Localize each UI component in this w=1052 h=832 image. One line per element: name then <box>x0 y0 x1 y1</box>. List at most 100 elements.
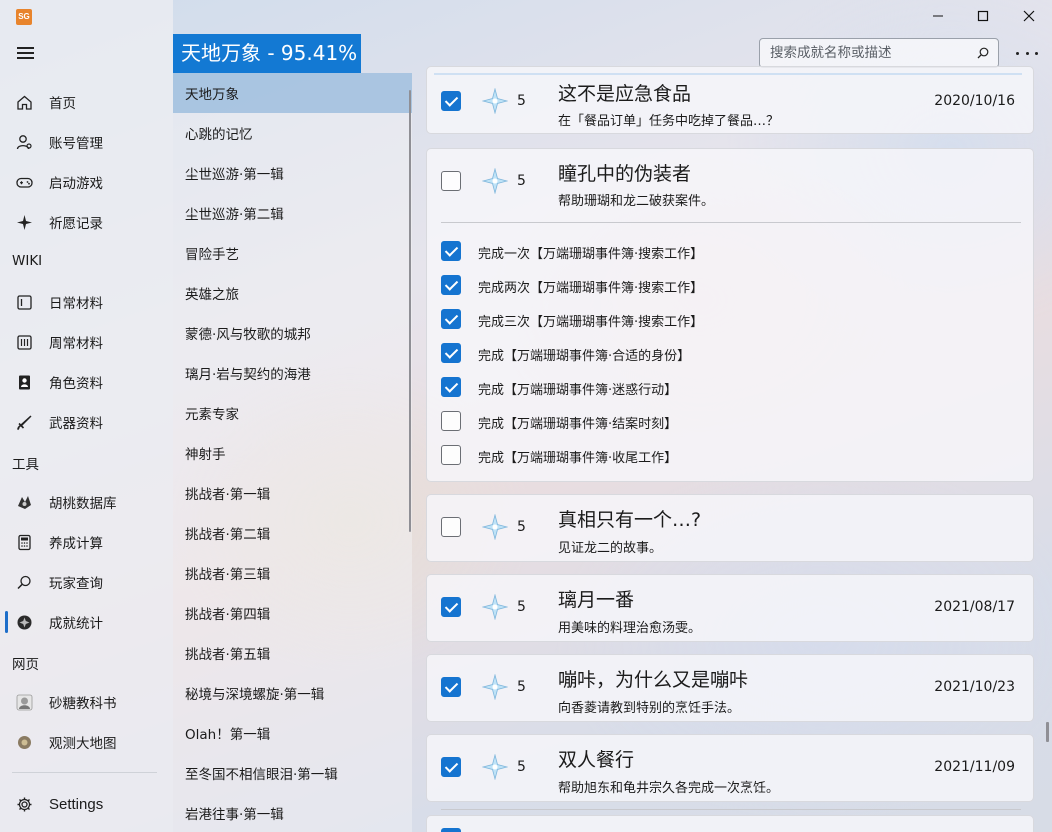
achievement-card: 5 璃月一番 用美味的料理治愈汤雯。 2021/08/17 <box>426 574 1034 642</box>
achievement-date: 2021/08/17 <box>934 599 1015 615</box>
list-item[interactable]: 心跳的记忆 <box>173 113 412 153</box>
nav-item-wish-history[interactable]: 祈愿记录 <box>0 202 173 242</box>
nav-divider <box>12 772 157 773</box>
primogem-icon <box>482 594 508 620</box>
nav-section-wiki: WIKI <box>12 253 43 269</box>
list-item[interactable]: 尘世巡游·第二辑 <box>173 193 412 233</box>
nav-label: 砂糖教科书 <box>49 696 117 712</box>
achievement-checkbox[interactable] <box>441 91 461 111</box>
achievement-date: 2020/10/16 <box>934 93 1015 109</box>
maximize-button[interactable] <box>973 8 993 24</box>
achievement-card: 5 这不是应急食品 在「餐品订单」任务中吃掉了餐品…？ 2020/10/16 <box>426 66 1034 134</box>
list-item[interactable]: 璃月·岩与契约的海港 <box>173 353 412 393</box>
primogem-icon <box>482 754 508 780</box>
subtask-checkbox[interactable] <box>441 309 461 329</box>
list-item[interactable]: 元素专家 <box>173 393 412 433</box>
list-item[interactable]: 挑战者·第一辑 <box>173 473 412 513</box>
subtask-checkbox[interactable] <box>441 377 461 397</box>
subtask-checkbox[interactable] <box>441 411 461 431</box>
list-item[interactable]: 秘境与深境螺旋·第一辑 <box>173 673 412 713</box>
nav-item-map[interactable]: 观测大地图 <box>0 722 173 762</box>
points-value: 5 <box>517 759 526 775</box>
achievement-title: 嘣咔，为什么又是嘣咔 <box>558 669 749 691</box>
list-item[interactable]: 至冬国不相信眼泪·第一辑 <box>173 753 412 793</box>
detail-scrollbar[interactable] <box>1046 722 1049 742</box>
list-item[interactable]: 挑战者·第四辑 <box>173 593 412 633</box>
nav-item-player-query[interactable]: 玩家查询 <box>0 562 173 602</box>
nav-item-home[interactable]: 首页 <box>0 82 173 122</box>
card-divider <box>441 809 1021 810</box>
nav-item-weapons[interactable]: 武器资料 <box>0 402 173 442</box>
achievement-description: 见证龙二的故事。 <box>558 541 663 556</box>
calculator-icon <box>16 534 33 551</box>
nav-item-calculator[interactable]: 养成计算 <box>0 522 173 562</box>
list-scrollbar[interactable] <box>409 90 411 532</box>
subtask-checkbox[interactable] <box>441 445 461 465</box>
nav-item-launch-game[interactable]: 启动游戏 <box>0 162 173 202</box>
close-icon <box>1023 10 1035 22</box>
card-divider <box>441 222 1021 223</box>
search-icon[interactable] <box>976 46 990 60</box>
nav-label: 胡桃数据库 <box>49 496 117 512</box>
nav-item-hutao-database[interactable]: 胡桃数据库 <box>0 482 173 522</box>
list-item[interactable]: 挑战者·第二辑 <box>173 513 412 553</box>
achievement-icon <box>16 614 33 631</box>
close-button[interactable] <box>1019 8 1039 24</box>
primogem-icon <box>482 674 508 700</box>
achievement-card: 5 真相只有一个…? 见证龙二的故事。 <box>426 494 1034 562</box>
list-item[interactable]: 冒险手艺 <box>173 233 412 273</box>
search-input[interactable] <box>770 44 970 62</box>
achievement-card-expanded: 5 瞳孔中的伪装者 帮助珊瑚和龙二破获案件。 完成一次【万端珊瑚事件簿·搜索工作… <box>426 148 1034 482</box>
achievement-checkbox[interactable] <box>441 517 461 537</box>
nav-label: 启动游戏 <box>49 176 103 192</box>
nav-label: 周常材料 <box>49 336 103 352</box>
sucrose-icon <box>16 694 33 711</box>
list-item[interactable]: 挑战者·第三辑 <box>173 553 412 593</box>
points-value: 5 <box>517 679 526 695</box>
achievement-checkbox[interactable] <box>441 677 461 697</box>
list-item[interactable]: Olah！第一辑 <box>173 713 412 753</box>
more-options-button[interactable] <box>1016 52 1038 58</box>
calendar-day-icon <box>16 294 33 311</box>
list-item[interactable]: 挑战者·第五辑 <box>173 633 412 673</box>
achievement-checkbox[interactable] <box>441 171 461 191</box>
subtask-label: 完成三次【万端珊瑚事件簿·搜索工作】 <box>478 315 704 330</box>
nav-section-tools: 工具 <box>12 457 39 473</box>
search-box[interactable] <box>759 38 999 68</box>
subtask-checkbox[interactable] <box>441 343 461 363</box>
calendar-week-icon <box>16 334 33 351</box>
achievement-title: 瞳孔中的伪装者 <box>558 163 692 185</box>
nav-label: 角色资料 <box>49 376 103 392</box>
list-item[interactable]: 神射手 <box>173 433 412 473</box>
list-item[interactable]: 蒙德·风与牧歌的城邦 <box>173 313 412 353</box>
nav-item-settings[interactable]: Settings <box>0 784 173 824</box>
achievement-description: 在「餐品订单」任务中吃掉了餐品…？ <box>558 114 780 129</box>
nav-label: 祈愿记录 <box>49 216 103 232</box>
nav-item-account[interactable]: 账号管理 <box>0 122 173 162</box>
list-item[interactable]: 天地万象 <box>173 73 412 113</box>
subtask-label: 完成两次【万端珊瑚事件簿·搜索工作】 <box>478 281 704 296</box>
hamburger-menu-icon[interactable] <box>17 47 34 59</box>
list-item[interactable]: 英雄之旅 <box>173 273 412 313</box>
nav-label: 首页 <box>49 96 76 112</box>
subtask-checkbox[interactable] <box>441 241 461 261</box>
weapon-icon <box>16 414 33 431</box>
subtask-checkbox[interactable] <box>441 275 461 295</box>
nav-item-achievements[interactable]: 成就统计 <box>0 602 173 642</box>
maximize-icon <box>977 10 989 22</box>
nav-item-sucrose-textbook[interactable]: 砂糖教科书 <box>0 682 173 722</box>
nav-item-daily-materials[interactable]: 日常材料 <box>0 282 173 322</box>
nav-section-web: 网页 <box>12 657 39 673</box>
achievement-title: 真相只有一个…? <box>558 509 702 531</box>
minimize-button[interactable] <box>928 8 948 24</box>
achievement-checkbox[interactable] <box>441 757 461 777</box>
achievement-checkbox[interactable] <box>441 828 461 832</box>
nav-item-weekly-materials[interactable]: 周常材料 <box>0 322 173 362</box>
list-item[interactable]: 尘世巡游·第一辑 <box>173 153 412 193</box>
nav-item-characters[interactable]: 角色资料 <box>0 362 173 402</box>
achievement-date: 2021/11/09 <box>934 759 1015 775</box>
subtask-label: 完成【万端珊瑚事件簿·收尾工作】 <box>478 451 678 466</box>
list-item[interactable]: 岩港往事·第一辑 <box>173 793 412 832</box>
nav-label: 账号管理 <box>49 136 103 152</box>
achievement-checkbox[interactable] <box>441 597 461 617</box>
